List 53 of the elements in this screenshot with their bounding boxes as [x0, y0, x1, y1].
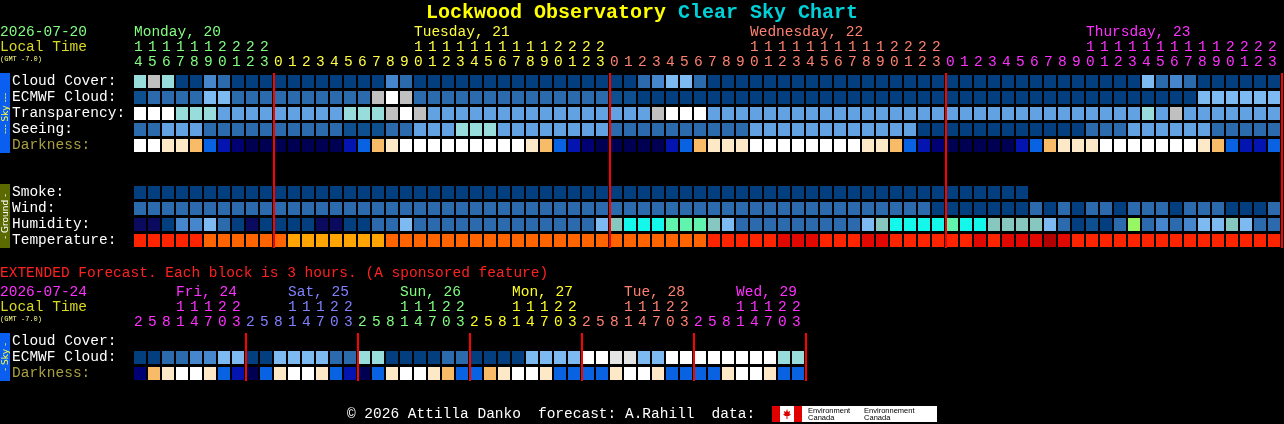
hour-label: 012345678901234567890123	[274, 55, 611, 70]
copyright-text: © 2026 Attilla Danko	[346, 406, 521, 422]
chart-title: Clear Sky Chart	[678, 1, 859, 25]
day-label: Mon, 27	[512, 285, 573, 300]
row-label: Darkness:	[12, 137, 92, 153]
time-label: Local Time	[0, 40, 87, 55]
date-label: 2026-07-20	[0, 25, 87, 40]
site-title: Lockwood Observatory	[425, 1, 666, 25]
day-label: Wednesday, 22	[750, 25, 864, 40]
day-label: Tue, 28	[624, 285, 685, 300]
day-label: Wed, 29	[736, 285, 797, 300]
day-label: Fri, 24	[176, 285, 237, 300]
row-label: ECMWF Cloud:	[12, 349, 118, 365]
forecast-credit: forecast: A.Rahill	[537, 406, 695, 422]
hour-tens-label: 11122	[288, 300, 358, 315]
hour-tens-label: 11122	[624, 300, 694, 315]
hour-label: 25814703	[246, 315, 358, 330]
flag-icon	[772, 406, 803, 422]
hour-tens-label: 11111111112222	[1086, 40, 1283, 55]
hour-tens-label: 11111111112222	[414, 40, 611, 55]
data-label: data:	[711, 406, 756, 422]
row-label: Temperature:	[12, 232, 118, 248]
hour-label: 25814703	[470, 315, 582, 330]
hour-tens-label: 11122	[400, 300, 470, 315]
hour-label: 012345678901234567890123	[610, 55, 947, 70]
hour-tens-label: 11122	[736, 300, 806, 315]
hour-tens-label: 1111112222	[134, 40, 274, 55]
hour-tens-label: 11122	[512, 300, 582, 315]
row-label: Smoke:	[12, 184, 66, 200]
time-label: Local Time	[0, 300, 87, 315]
row-label: Cloud Cover:	[12, 333, 118, 349]
hour-label: 25814703	[134, 315, 246, 330]
row-label: Seeing:	[12, 121, 74, 137]
hour-label: 25814703	[582, 315, 694, 330]
row-label: Transparency:	[12, 105, 127, 121]
day-label: Sat, 25	[288, 285, 349, 300]
extended-heading: EXTENDED Forecast. Each block is 3 hours. (A sponsored feature)	[0, 266, 550, 281]
date-label: 2026-07-24	[0, 285, 87, 300]
day-label: Thursday, 23	[1086, 25, 1191, 40]
row-label: Humidity:	[12, 216, 92, 232]
day-label: Monday, 20	[134, 25, 221, 40]
hour-tens-label: 11122	[176, 300, 246, 315]
hour-label: 25814703	[358, 315, 470, 330]
hour-label: 4567890123	[134, 55, 274, 70]
hour-label: 012345678901234567890123	[946, 55, 1283, 70]
row-label: Cloud Cover:	[12, 73, 118, 89]
hour-label: 25814703	[694, 315, 806, 330]
row-label: Wind:	[12, 200, 57, 216]
hour-tens-label: 11111111112222	[750, 40, 947, 55]
row-label: ECMWF Cloud:	[12, 89, 118, 105]
row-label: Darkness:	[12, 365, 92, 381]
day-label: Tuesday, 21	[414, 25, 510, 40]
day-label: Sun, 26	[400, 285, 461, 300]
